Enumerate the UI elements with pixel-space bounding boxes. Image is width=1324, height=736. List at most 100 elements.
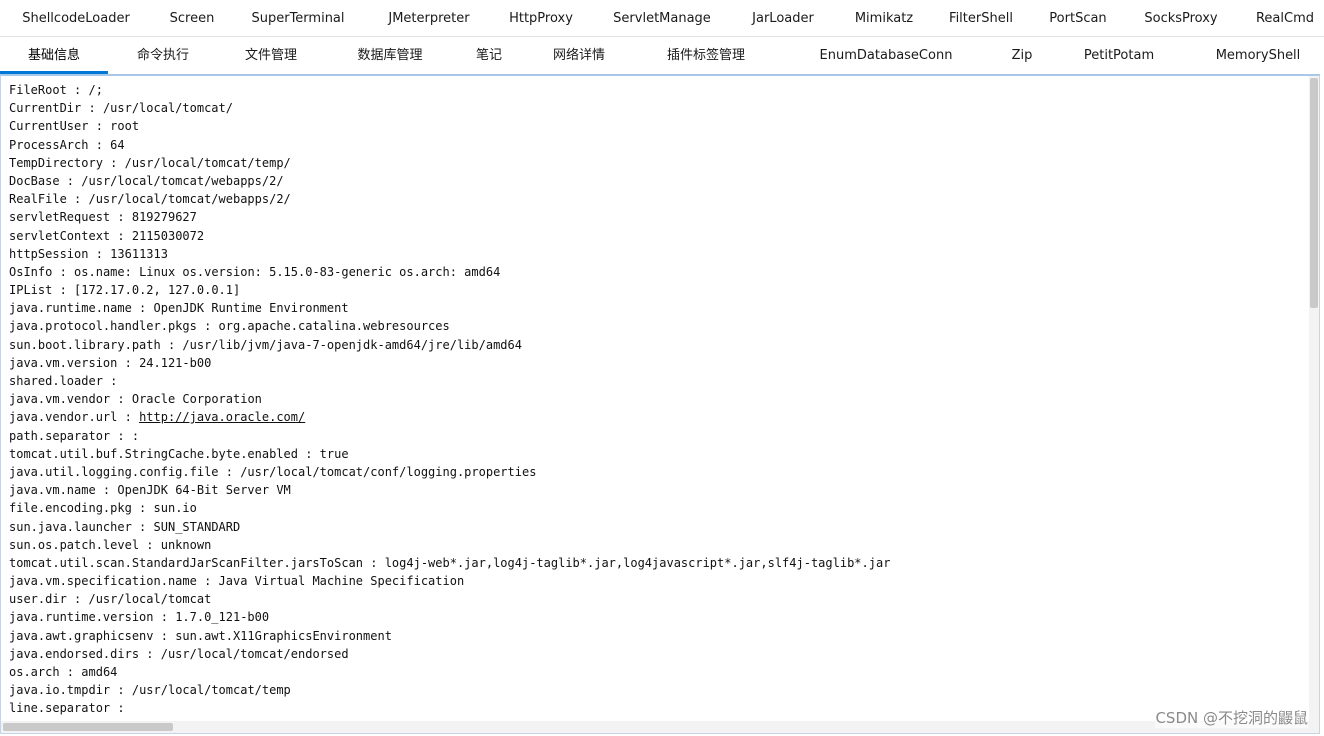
- info-line: tomcat.util.buf.StringCache.byte.enabled…: [9, 445, 890, 463]
- info-value: Oracle Corporation: [131, 392, 262, 407]
- info-value: /usr/local/tomcat/temp: [131, 683, 291, 698]
- info-line: file.encoding.pkg : sun.io: [9, 499, 890, 517]
- info-separator: :: [139, 537, 161, 552]
- info-value: /usr/local/tomcat/endorsed: [160, 646, 349, 661]
- info-line: CurrentDir : /usr/local/tomcat/: [9, 99, 890, 117]
- tab-basic-info[interactable]: 基础信息: [0, 37, 108, 74]
- info-key: java.vendor.url: [9, 410, 118, 425]
- tab-screen[interactable]: Screen: [158, 0, 226, 37]
- info-line: java.runtime.version : 1.7.0_121-b00: [9, 608, 890, 626]
- tab-servletmanage[interactable]: ServletManage: [600, 0, 724, 37]
- info-key: FileRoot: [9, 83, 67, 97]
- tab-enumdatabaseconn[interactable]: EnumDatabaseConn: [808, 37, 964, 74]
- info-separator: :: [81, 101, 103, 116]
- info-separator: :: [110, 210, 132, 225]
- basic-info-panel[interactable]: FileRoot : /; CurrentDir : /usr/local/tom…: [0, 74, 1320, 734]
- horizontal-scrollbar[interactable]: [1, 721, 1319, 733]
- info-value: SUN_STANDARD: [153, 519, 241, 534]
- info-line: ProcessArch : 64: [9, 136, 890, 154]
- tab-httpproxy[interactable]: HttpProxy: [498, 0, 584, 37]
- info-key: OsInfo: [9, 264, 53, 279]
- info-separator: :: [117, 410, 140, 425]
- info-line: OsInfo : os.name: Linux os.version: 5.15…: [9, 263, 890, 281]
- info-key: java.io.tmpdir: [9, 683, 111, 698]
- info-key: sun.os.patch.level: [9, 537, 140, 552]
- info-value-link[interactable]: http://java.oracle.com/: [139, 410, 305, 424]
- tab-shellcodeloader[interactable]: ShellcodeLoader: [6, 0, 146, 37]
- info-text-area[interactable]: FileRoot : /; CurrentDir : /usr/local/tom…: [9, 81, 890, 718]
- info-value: os.name: Linux os.version: 5.15.0-83-gen…: [74, 264, 501, 279]
- info-key: tomcat.util.scan.StandardJarScanFilter.j…: [9, 555, 364, 570]
- info-key: user.dir: [9, 592, 67, 607]
- tab-memoryshell[interactable]: MemoryShell: [1200, 37, 1316, 74]
- info-key: tomcat.util.buf.StringCache.byte.enabled: [9, 446, 298, 461]
- info-value: log4j-web*.jar,log4j-taglib*.jar,log4jav…: [384, 555, 891, 570]
- watermark: CSDN @不挖洞的鼹鼠: [1155, 707, 1308, 728]
- info-key: line.separator: [9, 701, 111, 716]
- tab-mimikatz[interactable]: Mimikatz: [844, 0, 924, 37]
- info-value: true: [319, 446, 349, 461]
- info-line: sun.os.patch.level : unknown: [9, 536, 890, 554]
- info-value: /usr/local/tomcat/: [102, 101, 233, 116]
- tab-petitpotam[interactable]: PetitPotam: [1070, 37, 1168, 74]
- tab-jmeterpreter[interactable]: JMeterpreter: [374, 0, 484, 37]
- info-line: sun.java.launcher : SUN_STANDARD: [9, 518, 890, 536]
- info-separator: :: [297, 446, 320, 461]
- info-value: 2115030072: [131, 228, 205, 243]
- tab-plugin-tag-manager[interactable]: 插件标签管理: [650, 37, 762, 74]
- info-line: httpSession : 13611313: [9, 245, 890, 263]
- info-separator: :: [218, 464, 241, 479]
- info-separator: :: [88, 119, 111, 134]
- tab-command-exec[interactable]: 命令执行: [120, 37, 206, 74]
- info-separator: :: [153, 628, 176, 643]
- tab-notes[interactable]: 笔记: [462, 37, 516, 74]
- info-value: 819279627: [131, 210, 197, 225]
- info-separator: :: [59, 665, 82, 679]
- info-value: OpenJDK Runtime Environment: [153, 301, 349, 316]
- tab-database-manager[interactable]: 数据库管理: [340, 37, 440, 74]
- info-separator: :: [66, 192, 89, 207]
- tab-jarloader[interactable]: JarLoader: [738, 0, 828, 37]
- info-value: /usr/local/tomcat/webapps/2/: [81, 173, 284, 188]
- info-separator: :: [363, 555, 385, 570]
- info-line: shared.loader :: [9, 372, 890, 390]
- vertical-scrollbar[interactable]: [1309, 76, 1319, 733]
- info-line: user.dir : /usr/local/tomcat: [9, 590, 890, 608]
- info-key: java.runtime.version: [9, 610, 154, 625]
- info-value: unknown: [160, 537, 212, 552]
- tab-filtershell[interactable]: FilterShell: [938, 0, 1024, 37]
- info-line: java.util.logging.config.file : /usr/loc…: [9, 463, 890, 481]
- info-separator: :: [66, 83, 89, 97]
- tab-superterminal[interactable]: SuperTerminal: [240, 0, 356, 37]
- info-value: [172.17.0.2, 127.0.0.1]: [74, 283, 241, 298]
- info-key: servletContext: [9, 228, 111, 243]
- info-line: IPList : [172.17.0.2, 127.0.0.1]: [9, 281, 890, 299]
- main-tab-bar: 基础信息 命令执行 文件管理 数据库管理 笔记 网络详情 插件标签管理 Enum…: [0, 37, 1324, 74]
- info-line: java.protocol.handler.pkgs : org.apache.…: [9, 317, 890, 335]
- info-line: java.io.tmpdir : /usr/local/tomcat/temp: [9, 681, 890, 699]
- info-key: os.arch: [9, 665, 60, 679]
- tab-socksproxy[interactable]: SocksProxy: [1132, 0, 1230, 37]
- info-separator: :: [131, 501, 154, 516]
- info-value: /usr/local/tomcat/conf/logging.propertie…: [240, 464, 537, 479]
- info-separator: :: [88, 246, 111, 261]
- tab-zip[interactable]: Zip: [996, 37, 1048, 74]
- horizontal-scroll-thumb[interactable]: [3, 723, 173, 731]
- info-value: /usr/local/tomcat: [88, 592, 212, 607]
- tab-portscan[interactable]: PortScan: [1038, 0, 1118, 37]
- info-separator: :: [66, 592, 89, 607]
- info-key: java.protocol.handler.pkgs: [9, 319, 197, 334]
- info-line: sun.boot.library.path : /usr/lib/jvm/jav…: [9, 336, 890, 354]
- info-key: httpSession: [9, 246, 89, 261]
- info-key: java.util.logging.config.file: [9, 464, 219, 479]
- tab-file-manager[interactable]: 文件管理: [228, 37, 314, 74]
- info-line: TempDirectory : /usr/local/tomcat/temp/: [9, 154, 890, 172]
- info-value: root: [110, 119, 140, 134]
- info-line: tomcat.util.scan.StandardJarScanFilter.j…: [9, 554, 890, 572]
- tab-network-details[interactable]: 网络详情: [536, 37, 622, 74]
- tab-realcmd[interactable]: RealCmd: [1246, 0, 1324, 37]
- info-separator: :: [110, 392, 132, 407]
- vertical-scroll-thumb[interactable]: [1310, 78, 1318, 308]
- info-line: line.separator :: [9, 699, 890, 717]
- info-separator: :: [102, 374, 125, 388]
